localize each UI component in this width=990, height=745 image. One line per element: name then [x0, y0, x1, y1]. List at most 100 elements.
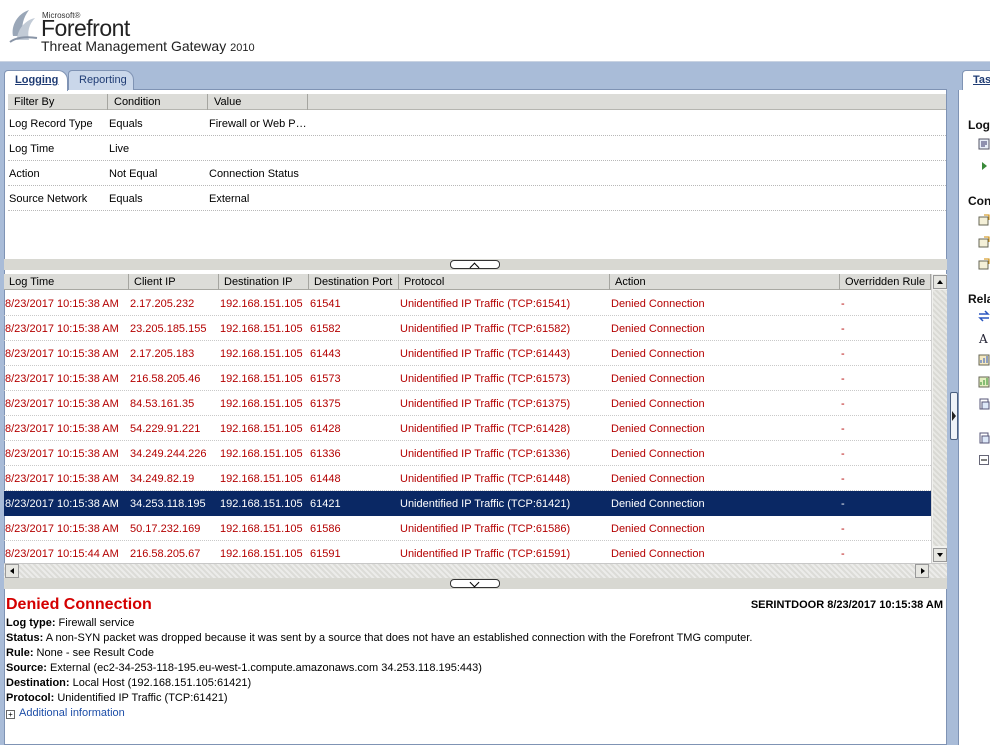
- play-icon[interactable]: [978, 160, 990, 172]
- tasks-pane-toggle[interactable]: [950, 392, 958, 440]
- detail-value: None - see Result Code: [33, 647, 154, 659]
- cell-overridden-rule: -: [841, 348, 845, 360]
- cell-action: Denied Connection: [611, 423, 705, 435]
- cell-client-ip: 84.53.161.35: [130, 398, 195, 410]
- table-row[interactable]: 8/23/2017 10:15:38 AM 34.249.244.226 192.1…: [4, 441, 931, 466]
- cell-protocol: Unidentified IP Traffic (TCP:61541): [400, 298, 571, 310]
- cell-log-time: 8/23/2017 10:15:38 AM: [5, 498, 119, 510]
- cell-client-ip: 216.58.205.46: [130, 373, 201, 385]
- tab-tasks[interactable]: Tas: [962, 70, 990, 91]
- cell-destination-port: 61443: [310, 348, 341, 360]
- cell-client-ip: 34.253.118.195: [130, 498, 206, 510]
- tab-logging[interactable]: Logging: [4, 70, 68, 91]
- table-row[interactable]: 8/23/2017 10:15:38 AM 54.229.91.221 192.16…: [4, 416, 931, 441]
- task-heading-configuration: Con: [968, 194, 990, 208]
- cell-protocol: Unidentified IP Traffic (TCP:61586): [400, 523, 571, 535]
- table-row[interactable]: 8/23/2017 10:15:38 AM 23.205.185.155 192.1…: [4, 316, 931, 341]
- task-heading-related: Rela: [968, 292, 990, 306]
- filter-by: Action: [9, 168, 40, 180]
- detail-label: Rule:: [6, 647, 34, 659]
- cell-log-time: 8/23/2017 10:15:38 AM: [5, 323, 119, 335]
- scroll-left-arrow-icon[interactable]: [5, 564, 19, 578]
- edit-filter-icon[interactable]: [978, 138, 990, 150]
- cell-action: Denied Connection: [611, 523, 705, 535]
- cell-protocol: Unidentified IP Traffic (TCP:61336): [400, 448, 571, 460]
- filter-header: Filter By Condition Value: [8, 94, 946, 110]
- tasks-pane: Log Con Rela A: [958, 90, 990, 745]
- scroll-down-arrow-icon[interactable]: [933, 548, 947, 562]
- tab-reporting[interactable]: Reporting: [68, 70, 134, 90]
- cell-destination-port: 61586: [310, 523, 341, 535]
- cell-log-time: 8/23/2017 10:15:38 AM: [5, 373, 119, 385]
- filter-row[interactable]: Log Time Live: [8, 136, 946, 161]
- grid-col-destination-ip[interactable]: Destination IP: [219, 274, 309, 290]
- collapse-filter-button[interactable]: [450, 260, 500, 269]
- filter-row[interactable]: Action Not Equal Connection Status: [8, 161, 946, 186]
- scroll-track[interactable]: [933, 290, 947, 546]
- grid-horizontal-scrollbar[interactable]: [4, 563, 947, 578]
- cell-destination-port: 61336: [310, 448, 341, 460]
- configure-icon[interactable]: [978, 236, 990, 248]
- table-row[interactable]: 8/23/2017 10:15:38 AM 34.253.118.195 192.1…: [4, 491, 931, 516]
- scroll-up-arrow-icon[interactable]: [933, 275, 947, 289]
- cell-client-ip: 34.249.244.226: [130, 448, 207, 460]
- cell-log-time: 8/23/2017 10:15:38 AM: [5, 473, 119, 485]
- scroll-right-arrow-icon[interactable]: [915, 564, 929, 578]
- cell-action: Denied Connection: [611, 323, 705, 335]
- filter-col-filter-by[interactable]: Filter By: [8, 94, 108, 110]
- report-icon[interactable]: [978, 354, 990, 366]
- configure-icon[interactable]: [978, 214, 990, 226]
- cell-client-ip: 2.17.205.232: [130, 298, 195, 310]
- svg-text:A: A: [978, 332, 988, 344]
- document-icon[interactable]: [978, 398, 990, 410]
- configure-icon[interactable]: [978, 258, 990, 270]
- grid-col-overridden-rule[interactable]: Overridden Rule: [840, 274, 931, 290]
- table-row[interactable]: 8/23/2017 10:15:38 AM 216.58.205.46 192.16…: [4, 366, 931, 391]
- cell-log-time: 8/23/2017 10:15:38 AM: [5, 398, 119, 410]
- filter-splitter[interactable]: [4, 259, 947, 270]
- table-row[interactable]: 8/23/2017 10:15:38 AM 50.17.232.169 192.16…: [4, 516, 931, 541]
- filter-row[interactable]: Log Record Type Equals Firewall or Web P…: [8, 111, 946, 136]
- collapse-details-button[interactable]: [450, 579, 500, 588]
- cell-overridden-rule: -: [841, 298, 845, 310]
- grid-col-log-time[interactable]: Log Time: [4, 274, 129, 290]
- detail-value: Unidentified IP Traffic (TCP:61421): [54, 692, 228, 704]
- document-icon[interactable]: [978, 432, 990, 444]
- log-details: Denied Connection SERINTDOOR 8/23/2017 1…: [5, 590, 946, 744]
- table-row[interactable]: 8/23/2017 10:15:38 AM 2.17.205.232 192.168…: [4, 291, 931, 316]
- detail-line-destination: Destination: Local Host (192.168.151.105…: [6, 677, 251, 689]
- filter-col-condition[interactable]: Condition: [108, 94, 208, 110]
- table-row[interactable]: 8/23/2017 10:15:38 AM 2.17.205.183 192.168…: [4, 341, 931, 366]
- filter-col-value[interactable]: Value: [208, 94, 308, 110]
- table-row[interactable]: 8/23/2017 10:15:38 AM 34.249.82.19 192.168…: [4, 466, 931, 491]
- additional-information-link[interactable]: + Additional information: [6, 707, 125, 719]
- cell-client-ip: 34.249.82.19: [130, 473, 195, 485]
- grid-col-destination-port[interactable]: Destination Port: [309, 274, 399, 290]
- cell-protocol: Unidentified IP Traffic (TCP:61375): [400, 398, 571, 410]
- product-subtitle: Threat Management Gateway 2010: [41, 38, 255, 54]
- cell-destination-port: 61573: [310, 373, 341, 385]
- cell-action: Denied Connection: [611, 498, 705, 510]
- grid-vertical-scrollbar[interactable]: [931, 274, 947, 563]
- filter-condition: Equals: [109, 193, 143, 205]
- grid-col-protocol[interactable]: Protocol: [399, 274, 610, 290]
- cell-destination-ip: 192.168.151.105: [220, 373, 303, 385]
- grid-col-client-ip[interactable]: Client IP: [129, 274, 219, 290]
- filter-row[interactable]: Source Network Equals External: [8, 186, 946, 211]
- font-icon[interactable]: A: [978, 332, 990, 344]
- cell-overridden-rule: -: [841, 398, 845, 410]
- cell-log-time: 8/23/2017 10:15:38 AM: [5, 423, 119, 435]
- cell-action: Denied Connection: [611, 348, 705, 360]
- report-icon[interactable]: [978, 376, 990, 388]
- cell-destination-ip: 192.168.151.105: [220, 423, 303, 435]
- collapse-icon[interactable]: [978, 454, 990, 466]
- arrows-icon[interactable]: [978, 310, 990, 322]
- table-row[interactable]: 8/23/2017 10:15:38 AM 84.53.161.35 192.168…: [4, 391, 931, 416]
- cell-action: Denied Connection: [611, 298, 705, 310]
- cell-log-time: 8/23/2017 10:15:38 AM: [5, 298, 119, 310]
- details-splitter[interactable]: [4, 578, 947, 589]
- forefront-logo-icon: [9, 10, 38, 43]
- expand-plus-icon[interactable]: +: [6, 710, 15, 719]
- app-header: Microsoft® Forefront Threat Management G…: [0, 0, 990, 62]
- grid-col-action[interactable]: Action: [610, 274, 840, 290]
